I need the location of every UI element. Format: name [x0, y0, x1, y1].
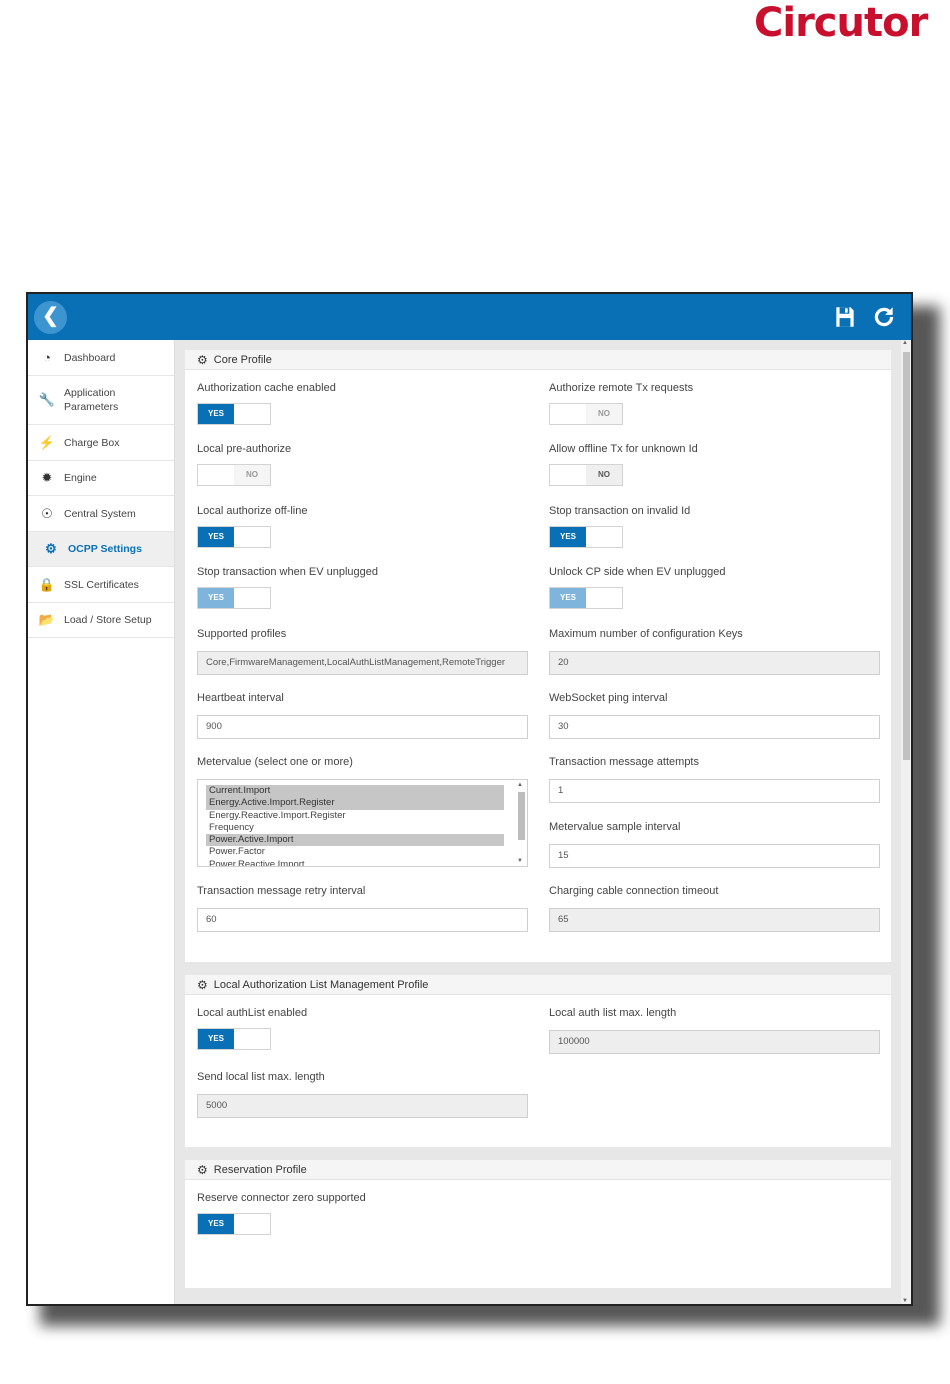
stop-transaction-invalid-id-field: Stop transaction on invalid Id YES [549, 505, 690, 548]
local-authlist-enabled-field: Local authList enabled YES [197, 1007, 307, 1050]
metervalue-option[interactable]: Current.Import [206, 785, 504, 798]
metervalue-option[interactable]: Energy.Active.Import.Register [206, 797, 504, 810]
cog-icon: ✹ [41, 470, 53, 485]
local-auth-list-max-length-field: Local auth list max. length 100000 [549, 1007, 880, 1054]
scroll-down-icon: ▼ [902, 1298, 908, 1304]
sidebar-item-charge-box[interactable]: ⚡ Charge Box [28, 425, 174, 461]
websocket-ping-interval-input[interactable]: 30 [549, 715, 880, 739]
wrench-icon: 🔧 [38, 392, 56, 407]
reservation-profile-panel: ⚙ Reservation Profile Reserve connector … [185, 1160, 891, 1288]
transaction-retry-interval-input[interactable]: 60 [197, 908, 528, 932]
metervalue-option[interactable]: Power.Factor [206, 846, 504, 858]
allow-offline-tx-toggle[interactable]: NO [549, 464, 623, 486]
metervalue-option[interactable]: Power.Reactive.Import [206, 859, 504, 866]
scroll-up-icon: ▲ [902, 340, 908, 346]
reserve-connector-zero-toggle[interactable]: YES [197, 1213, 271, 1235]
heartbeat-interval-field: Heartbeat interval 900 [197, 692, 528, 739]
content-area: ⚙ Core Profile Authorization cache enabl… [175, 340, 911, 1304]
chevron-left-icon: ❮ [42, 305, 59, 327]
heartbeat-interval-input[interactable]: 900 [197, 715, 528, 739]
local-pre-authorize-toggle[interactable]: NO [197, 464, 271, 486]
bolt-icon: ⚡ [38, 434, 56, 450]
local-auth-list-max-length-input[interactable]: 100000 [549, 1030, 880, 1054]
gear-icon: ⚙ [45, 541, 57, 556]
transaction-message-attempts-input[interactable]: 1 [549, 779, 880, 803]
max-configuration-keys-field: Maximum number of configuration Keys 20 [549, 628, 880, 675]
metervalue-select[interactable]: Current.Import Energy.Active.Import.Regi… [197, 779, 528, 867]
dashboard-icon: ◔ [43, 350, 51, 365]
sidebar-item-central-system[interactable]: ☉ Central System [28, 496, 174, 532]
content-scrollbar[interactable]: ▲ ▼ [901, 340, 911, 1304]
core-profile-panel: ⚙ Core Profile Authorization cache enabl… [185, 350, 891, 962]
local-pre-authorize-field: Local pre-authorize NO [197, 443, 291, 486]
brand-logo: Circutor [754, 0, 928, 46]
save-button[interactable] [832, 304, 858, 330]
authorize-remote-tx-toggle[interactable]: NO [549, 403, 623, 425]
authorization-cache-toggle[interactable]: YES [197, 403, 271, 425]
gear-icon: ⚙ [197, 352, 208, 367]
metervalue-sample-interval-input[interactable]: 15 [549, 844, 880, 868]
local-authlist-enabled-toggle[interactable]: YES [197, 1028, 271, 1050]
gear-icon: ⚙ [197, 977, 208, 992]
max-configuration-keys-input[interactable]: 20 [549, 651, 880, 675]
unlock-cp-side-field: Unlock CP side when EV unplugged YES [549, 566, 726, 609]
stop-transaction-unplugged-toggle[interactable]: YES [197, 587, 271, 609]
sidebar-item-ssl-certificates[interactable]: 🔒 SSL Certificates [28, 567, 174, 603]
reserve-connector-zero-field: Reserve connector zero supported YES [197, 1192, 366, 1235]
panel-header: ⚙ Reservation Profile [185, 1160, 891, 1180]
local-auth-list-panel: ⚙ Local Authorization List Management Pr… [185, 975, 891, 1147]
scroll-thumb[interactable] [903, 352, 910, 760]
back-button[interactable]: ❮ [34, 301, 67, 334]
metervalue-sample-interval-field: Metervalue sample interval 15 [549, 821, 880, 868]
scroll-down-icon: ▼ [517, 858, 523, 864]
unlock-cp-side-toggle[interactable]: YES [549, 587, 623, 609]
sidebar-item-application-parameters[interactable]: 🔧 Application Parameters [28, 376, 174, 425]
sidebar-item-engine[interactable]: ✹ Engine [28, 461, 174, 496]
transaction-message-attempts-field: Transaction message attempts 1 [549, 756, 880, 803]
refresh-button[interactable] [871, 304, 897, 330]
target-icon: ☉ [41, 505, 53, 521]
stop-transaction-unplugged-field: Stop transaction when EV unplugged YES [197, 566, 378, 609]
supported-profiles-field: Supported profiles Core,FirmwareManageme… [197, 628, 528, 675]
metervalue-option[interactable]: Energy.Reactive.Import.Register [206, 810, 504, 822]
websocket-ping-interval-field: WebSocket ping interval 30 [549, 692, 880, 739]
local-authorize-offline-toggle[interactable]: YES [197, 526, 271, 548]
stop-transaction-invalid-id-toggle[interactable]: YES [549, 526, 623, 548]
local-authorize-offline-field: Local authorize off-line YES [197, 505, 307, 548]
lock-icon: 🔒 [38, 576, 56, 592]
allow-offline-tx-field: Allow offline Tx for unknown Id NO [549, 443, 698, 486]
transaction-retry-interval-field: Transaction message retry interval 60 [197, 885, 528, 932]
app-window: ❮ ◔ Dashboard 🔧 Application Parameters ⚡… [26, 292, 913, 1306]
scroll-up-icon: ▲ [517, 782, 523, 788]
folder-open-icon: 📂 [38, 612, 56, 627]
panel-header: ⚙ Core Profile [185, 350, 891, 370]
metervalue-scrollbar[interactable]: ▲ ▼ [516, 782, 526, 864]
cable-connection-timeout-field: Charging cable connection timeout 65 [549, 885, 880, 932]
metervalue-option[interactable]: Power.Active.Import [206, 834, 504, 847]
send-local-list-max-length-field: Send local list max. length 5000 [197, 1071, 528, 1118]
send-local-list-max-length-input[interactable]: 5000 [197, 1094, 528, 1118]
sidebar: ◔ Dashboard 🔧 Application Parameters ⚡ C… [28, 340, 175, 1304]
top-bar: ❮ [28, 294, 911, 340]
sidebar-item-dashboard[interactable]: ◔ Dashboard [28, 340, 174, 376]
sidebar-item-ocpp-settings[interactable]: ⚙ OCPP Settings [28, 532, 174, 567]
scroll-thumb[interactable] [518, 792, 525, 840]
cable-connection-timeout-input[interactable]: 65 [549, 908, 880, 932]
supported-profiles-input[interactable]: Core,FirmwareManagement,LocalAuthListMan… [197, 651, 528, 675]
metervalue-field: Metervalue (select one or more) Current.… [197, 756, 528, 867]
authorization-cache-field: Authorization cache enabled YES [197, 382, 336, 425]
gear-icon: ⚙ [197, 1162, 208, 1177]
panel-header: ⚙ Local Authorization List Management Pr… [185, 975, 891, 995]
authorize-remote-tx-field: Authorize remote Tx requests NO [549, 382, 693, 425]
metervalue-option[interactable]: Frequency [206, 822, 504, 834]
sidebar-item-load-store-setup[interactable]: 📂 Load / Store Setup [28, 603, 174, 638]
